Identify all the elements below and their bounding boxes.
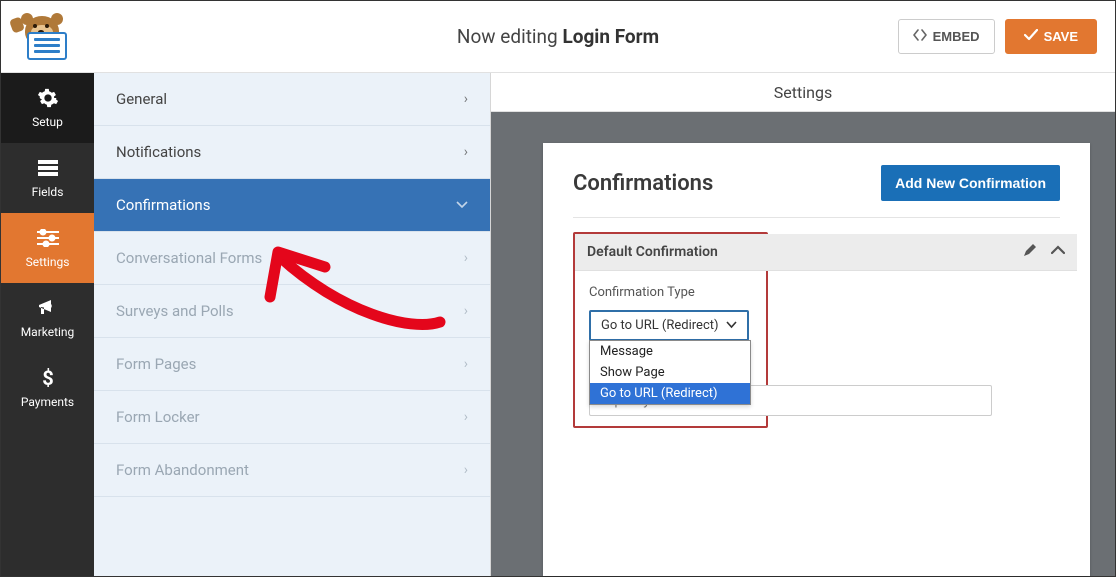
add-confirmation-button[interactable]: Add New Confirmation xyxy=(881,165,1060,201)
confirmations-panel: Confirmations Add New Confirmation Defau… xyxy=(543,143,1090,576)
nav-payments[interactable]: $ Payments xyxy=(1,353,94,423)
settings-item-conversational[interactable]: Conversational Forms › xyxy=(94,232,490,285)
select-value: Go to URL (Redirect) xyxy=(601,318,719,333)
settings-item-form-pages[interactable]: Form Pages › xyxy=(94,338,490,391)
settings-item-label: Form Pages xyxy=(116,355,196,373)
settings-item-label: Form Abandonment xyxy=(116,461,249,479)
pencil-icon[interactable] xyxy=(1023,243,1037,261)
confirmation-type-label: Confirmation Type xyxy=(589,285,752,300)
main-area: Setup Fields Settings Marketing $ Paymen… xyxy=(1,73,1115,576)
code-icon xyxy=(913,29,927,44)
settings-item-form-locker[interactable]: Form Locker › xyxy=(94,391,490,444)
settings-item-label: General xyxy=(116,90,167,108)
app-logo xyxy=(19,16,65,58)
save-label: SAVE xyxy=(1044,29,1078,44)
confirmation-type-select[interactable]: Go to URL (Redirect) xyxy=(589,310,749,341)
chevron-right-icon: › xyxy=(464,303,468,319)
settings-item-surveys[interactable]: Surveys and Polls › xyxy=(94,285,490,338)
confirmation-body: Confirmation Type Go to URL (Redirect) M… xyxy=(575,271,766,416)
embed-button[interactable]: EMBED xyxy=(898,19,995,54)
chevron-right-icon: › xyxy=(464,250,468,266)
confirmation-name: Default Confirmation xyxy=(587,244,718,260)
settings-item-label: Conversational Forms xyxy=(116,249,262,267)
embed-label: EMBED xyxy=(933,29,980,44)
preview-area: Settings Confirmations Add New Confirmat… xyxy=(491,73,1115,576)
nav-payments-label: Payments xyxy=(21,395,74,409)
nav-fields[interactable]: Fields xyxy=(1,143,94,213)
nav-setup-label: Setup xyxy=(32,115,63,129)
top-bar: Now editing Login Form EMBED SAVE xyxy=(1,1,1115,73)
dropdown-option-message[interactable]: Message xyxy=(590,341,750,362)
settings-item-label: Notifications xyxy=(116,143,201,161)
chevron-right-icon: › xyxy=(464,356,468,372)
dropdown-option-redirect[interactable]: Go to URL (Redirect) xyxy=(590,383,750,404)
gear-icon xyxy=(37,87,59,109)
chevron-right-icon: › xyxy=(464,91,468,107)
settings-menu: General › Notifications › Confirmations … xyxy=(94,73,491,576)
chevron-up-icon[interactable] xyxy=(1051,243,1065,261)
panel-title: Confirmations xyxy=(573,171,713,196)
nav-settings-label: Settings xyxy=(26,255,70,269)
chevron-right-icon: › xyxy=(464,462,468,478)
chevron-down-icon xyxy=(456,197,468,213)
highlight-box: Default Confirmation Confirmation Type xyxy=(573,232,768,428)
check-icon xyxy=(1024,29,1038,44)
nav-fields-label: Fields xyxy=(32,185,64,199)
divider xyxy=(573,217,1060,218)
editing-prefix: Now editing xyxy=(457,25,563,48)
confirmation-header[interactable]: Default Confirmation xyxy=(575,234,1077,271)
section-title: Settings xyxy=(491,73,1115,112)
list-icon xyxy=(37,157,59,179)
nav-settings[interactable]: Settings xyxy=(1,213,94,283)
bear-icon xyxy=(19,16,65,58)
form-name: Login Form xyxy=(562,25,659,48)
settings-item-label: Form Locker xyxy=(116,408,200,426)
settings-item-form-abandonment[interactable]: Form Abandonment › xyxy=(94,444,490,497)
settings-item-notifications[interactable]: Notifications › xyxy=(94,126,490,179)
chevron-down-icon xyxy=(726,318,737,333)
chevron-right-icon: › xyxy=(464,144,468,160)
bullhorn-icon xyxy=(37,297,59,319)
sliders-icon xyxy=(37,227,59,249)
left-sidebar: Setup Fields Settings Marketing $ Paymen… xyxy=(1,73,94,576)
settings-item-general[interactable]: General › xyxy=(94,73,490,126)
settings-item-label: Surveys and Polls xyxy=(116,302,234,320)
settings-item-confirmations[interactable]: Confirmations xyxy=(94,179,490,232)
confirmation-type-dropdown: Message Show Page Go to URL (Redirect) xyxy=(589,340,751,405)
dollar-icon: $ xyxy=(37,367,59,389)
chevron-right-icon: › xyxy=(464,409,468,425)
page-title: Now editing Login Form xyxy=(457,25,659,48)
save-button[interactable]: SAVE xyxy=(1005,19,1097,54)
svg-text:$: $ xyxy=(42,367,53,389)
nav-setup[interactable]: Setup xyxy=(1,73,94,143)
nav-marketing-label: Marketing xyxy=(21,325,75,339)
dropdown-option-show-page[interactable]: Show Page xyxy=(590,362,750,383)
settings-item-label: Confirmations xyxy=(116,196,210,214)
nav-marketing[interactable]: Marketing xyxy=(1,283,94,353)
